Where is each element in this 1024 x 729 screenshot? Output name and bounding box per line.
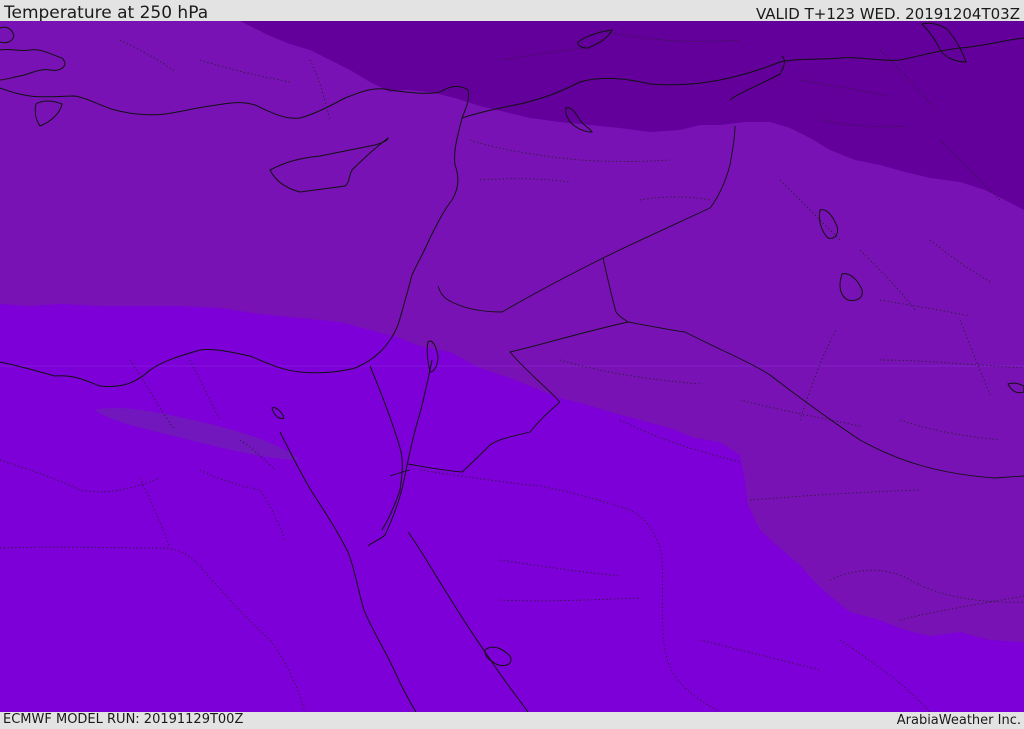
model-run-label: ECMWF MODEL RUN: 20191129T00Z [3, 712, 244, 727]
map-title: Temperature at 250 hPa [4, 3, 209, 23]
footer-bar: ECMWF MODEL RUN: 20191129T00Z ArabiaWeat… [0, 712, 1024, 729]
header-bar: Temperature at 250 hPa VALID T+123 WED. … [0, 0, 1024, 23]
credit-label: ArabiaWeather Inc. [896, 713, 1021, 728]
map-canvas [0, 21, 1024, 713]
temperature-map[interactable] [0, 21, 1024, 713]
